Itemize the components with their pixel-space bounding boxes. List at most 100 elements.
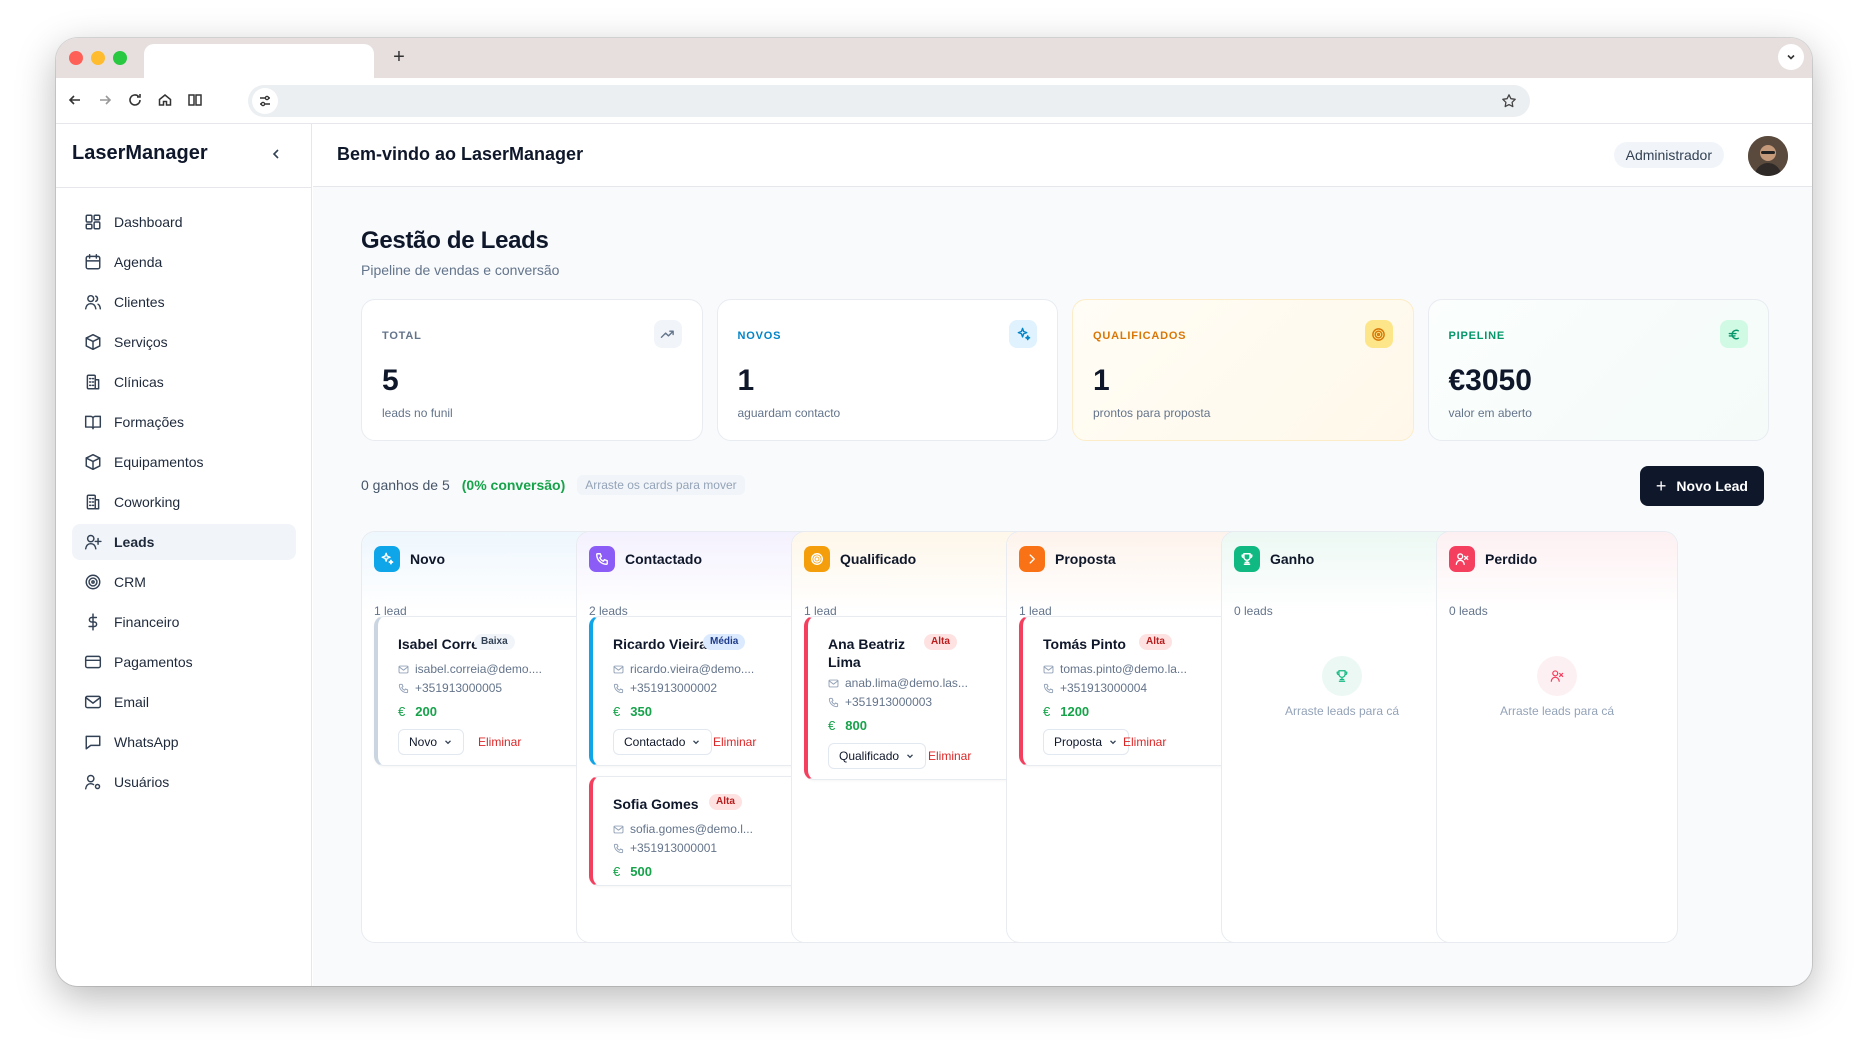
calendar-icon <box>85 253 101 270</box>
sidebar-item-crm[interactable]: CRM <box>72 564 296 600</box>
lead-card[interactable]: Sofia Gomes Alta sofia.gomes@demo.l... +351… <box>589 776 807 886</box>
chevron-down-icon <box>907 754 914 759</box>
priority-badge: Alta <box>924 634 957 650</box>
lead-card[interactable]: Tomás Pinto Alta tomas.pinto@demo.la... +35… <box>1019 616 1237 766</box>
lead-value: 350 <box>630 704 652 719</box>
bookmark-star-icon[interactable] <box>1498 90 1520 112</box>
phone-icon <box>828 697 839 707</box>
sidebar-item-whatsapp[interactable]: WhatsApp <box>72 724 296 760</box>
forward-button[interactable] <box>92 87 118 113</box>
column-icon-box <box>374 546 400 572</box>
stat-value: 1 <box>737 364 755 397</box>
sidebar-item-pagamentos[interactable]: Pagamentos <box>72 644 296 680</box>
lead-email: anab.lima@demo.las... <box>845 676 968 690</box>
sidebar-item-leads[interactable]: Leads <box>72 524 296 560</box>
lead-phone: +351913000005 <box>415 681 503 695</box>
delete-lead-button[interactable]: Eliminar <box>928 749 971 763</box>
main-area: Bem-vindo ao LaserManager Administrador … <box>313 124 1812 986</box>
target-icon <box>85 574 101 590</box>
stat-icon-box <box>653 320 682 348</box>
browser-tab[interactable] <box>144 44 374 78</box>
empty-column-text: Arraste leads para cá <box>1499 704 1615 718</box>
close-window-button[interactable] <box>69 51 83 65</box>
mail-icon <box>1043 665 1054 673</box>
lead-email-row: sofia.gomes@demo.l... <box>613 822 753 836</box>
lead-status-value: Qualificado <box>839 749 900 763</box>
lead-phone: +351913000004 <box>1060 681 1148 695</box>
lead-email-row: tomas.pinto@demo.la... <box>1043 662 1187 676</box>
stat-value: €3050 <box>1448 364 1532 397</box>
column-icon-box <box>1019 546 1045 572</box>
stat-description: aguardam contacto <box>737 406 841 420</box>
welcome-title: Bem-vindo ao LaserManager <box>337 144 584 164</box>
column-qualificado[interactable]: Qualificado 1 lead Ana Beatriz Lima Alta ana… <box>791 531 1033 943</box>
column-contactado[interactable]: Contactado 2 leads Ricardo Vieira Média rica… <box>576 531 818 943</box>
lead-status-select[interactable]: Contactado <box>613 729 713 755</box>
collapse-sidebar-button[interactable] <box>264 142 288 166</box>
browser-toolbar <box>56 78 1812 124</box>
stat-label: PIPELINE <box>1448 330 1506 342</box>
reload-button[interactable] <box>122 87 148 113</box>
phone-icon <box>1043 683 1054 693</box>
column-icon-box <box>1449 546 1475 572</box>
address-bar[interactable] <box>248 85 1530 117</box>
stat-description: prontos para proposta <box>1093 406 1211 420</box>
sidebar-item-label: Serviços <box>114 334 168 350</box>
sidebar-item-agenda[interactable]: Agenda <box>72 244 296 280</box>
reader-button[interactable] <box>182 87 208 113</box>
lead-name: Ana Beatriz Lima <box>828 636 906 670</box>
sidebar-item-email[interactable]: Email <box>72 684 296 720</box>
phone-icon <box>596 553 608 565</box>
sidebar-divider <box>56 187 312 188</box>
maximize-window-button[interactable] <box>113 51 127 65</box>
sidebar-item-dashboard[interactable]: Dashboard <box>72 204 296 240</box>
sidebar-item-usuarios[interactable]: Usuários <box>72 764 296 800</box>
delete-lead-button[interactable]: Eliminar <box>713 735 756 749</box>
mail-icon <box>613 825 624 833</box>
mail-icon <box>613 665 624 673</box>
lead-status-select[interactable]: Qualificado <box>828 743 927 769</box>
column-title-row: Novo <box>374 546 445 572</box>
lead-card[interactable]: Ana Beatriz Lima Alta anab.lima@demo.las..… <box>804 616 1022 780</box>
new-lead-button[interactable]: + Novo Lead <box>1639 466 1764 506</box>
browser-window: + LaserManager Dashboard Agenda Clientes… <box>56 38 1812 986</box>
column-header <box>362 532 602 612</box>
stat-value: 5 <box>382 364 399 397</box>
lead-value-row: €800 <box>828 718 867 733</box>
sidebar-item-clientes[interactable]: Clientes <box>72 284 296 320</box>
sparkles-icon <box>1017 327 1030 340</box>
building-icon <box>86 374 100 390</box>
sidebar-item-financeiro[interactable]: Financeiro <box>72 604 296 640</box>
stat-value: 1 <box>1093 364 1110 397</box>
delete-lead-button[interactable]: Eliminar <box>478 735 521 749</box>
avatar[interactable] <box>1748 136 1788 176</box>
column-perdido[interactable]: Perdido 0 leads Arraste leads para cá <box>1436 531 1678 943</box>
sidebar-item-label: Coworking <box>114 494 181 510</box>
tab-menu-button[interactable] <box>1778 44 1804 70</box>
sidebar-item-coworking[interactable]: Coworking <box>72 484 296 520</box>
minimize-window-button[interactable] <box>91 51 105 65</box>
delete-lead-button[interactable]: Eliminar <box>1123 735 1166 749</box>
sidebar-item-clinicas[interactable]: Clínicas <box>72 364 296 400</box>
lead-card[interactable]: Ricardo Vieira Média ricardo.vieira@demo..… <box>589 616 807 766</box>
column-novo[interactable]: Novo 1 lead Isabel Correia Baixa isabel.corr… <box>361 531 603 943</box>
lead-status-select[interactable]: Novo <box>398 729 465 755</box>
empty-column-icon-box <box>1537 656 1577 696</box>
back-button[interactable] <box>62 87 88 113</box>
phone-icon <box>613 683 624 693</box>
site-settings-icon[interactable] <box>252 88 278 114</box>
column-proposta[interactable]: Proposta 1 lead Tomás Pinto Alta tomas.pinto… <box>1006 531 1248 943</box>
sidebar-item-label: Usuários <box>114 774 170 790</box>
new-tab-button[interactable]: + <box>386 44 412 70</box>
column-icon-box <box>1234 546 1260 572</box>
home-button[interactable] <box>152 87 178 113</box>
column-title-row: Perdido <box>1449 546 1537 572</box>
sidebar-item-equipamentos[interactable]: Equipamentos <box>72 444 296 480</box>
column-ganho[interactable]: Ganho 0 leads Arraste leads para cá <box>1221 531 1463 943</box>
lead-card[interactable]: Isabel Correia Baixa isabel.correia@demo..… <box>374 616 592 766</box>
empty-column-text: Arraste leads para cá <box>1284 704 1400 718</box>
lead-status-select[interactable]: Proposta <box>1043 729 1130 755</box>
priority-badge: Média <box>703 634 746 650</box>
sidebar-item-servicos[interactable]: Serviços <box>72 324 296 360</box>
sidebar-item-formacoes[interactable]: Formações <box>72 404 296 440</box>
